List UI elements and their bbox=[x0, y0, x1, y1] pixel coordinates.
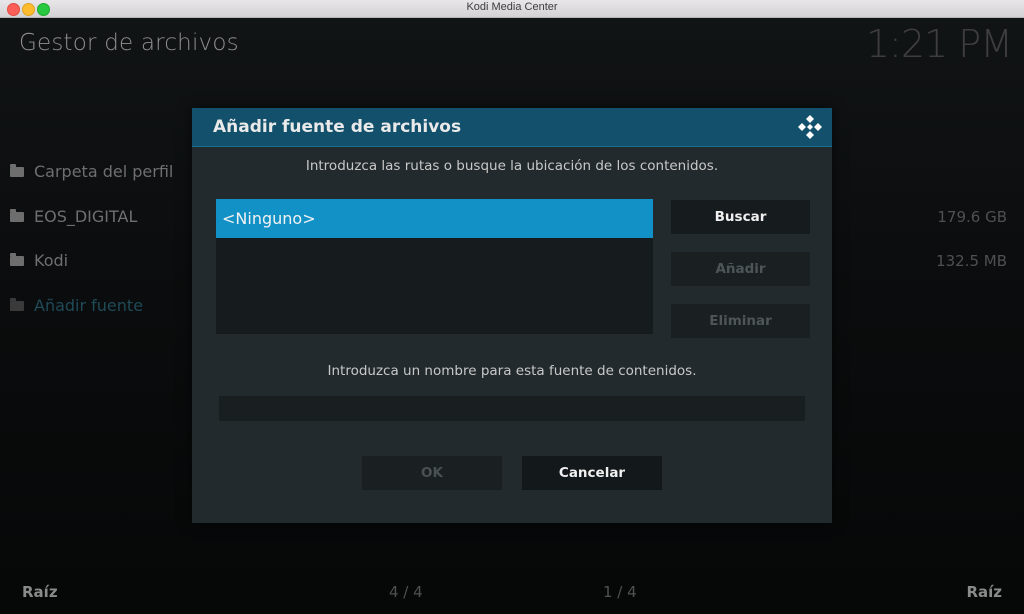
list-item-label: Carpeta del perfil bbox=[34, 162, 174, 181]
cancel-button[interactable]: Cancelar bbox=[522, 456, 662, 490]
dialog-title: Añadir fuente de archivos bbox=[213, 117, 462, 137]
window-title: Kodi Media Center bbox=[466, 1, 558, 13]
list-item-label: Kodi bbox=[34, 251, 69, 270]
folder-icon bbox=[10, 297, 24, 311]
folder-icon bbox=[10, 253, 24, 266]
browse-button[interactable]: Buscar bbox=[671, 200, 810, 234]
add-source-dialog: Añadir fuente de archivos Introduzca las… bbox=[192, 108, 832, 523]
add-path-button[interactable]: Añadir bbox=[671, 252, 810, 286]
path-list-item[interactable]: <Ninguno> bbox=[216, 199, 653, 238]
ok-button[interactable]: OK bbox=[362, 456, 502, 490]
folder-icon bbox=[10, 208, 24, 222]
paths-instruction: Introduzca las rutas o busque la ubicaci… bbox=[305, 158, 719, 174]
list-item-size: 179.6 GB bbox=[937, 207, 1007, 226]
list-item-size: 132.5 MB bbox=[936, 252, 1007, 270]
footer-right-label: Raíz bbox=[966, 583, 1002, 601]
kodi-logo-icon bbox=[798, 115, 822, 139]
folder-icon bbox=[10, 164, 24, 177]
window-titlebar: Kodi Media Center bbox=[0, 0, 1024, 18]
footer-item-count: 4 / 4 bbox=[389, 583, 423, 601]
paths-list: <Ninguno> bbox=[216, 199, 653, 334]
footer-bar: Raíz 4 / 4 1 / 4 Raíz bbox=[0, 583, 1024, 607]
source-name-input[interactable] bbox=[219, 396, 805, 421]
list-item-label: EOS_DIGITAL bbox=[34, 206, 138, 226]
footer-page-count: 1 / 4 bbox=[603, 583, 637, 601]
name-instruction: Introduzca un nombre para esta fuente de… bbox=[327, 363, 697, 379]
list-item-label: Añadir fuente bbox=[34, 295, 144, 315]
footer-left-label: Raíz bbox=[22, 583, 58, 601]
clock: 1:21 PM bbox=[865, 22, 1013, 66]
remove-path-button[interactable]: Eliminar bbox=[671, 304, 810, 338]
dialog-header: Añadir fuente de archivos bbox=[192, 108, 832, 147]
page-title: Gestor de archivos bbox=[19, 30, 239, 56]
